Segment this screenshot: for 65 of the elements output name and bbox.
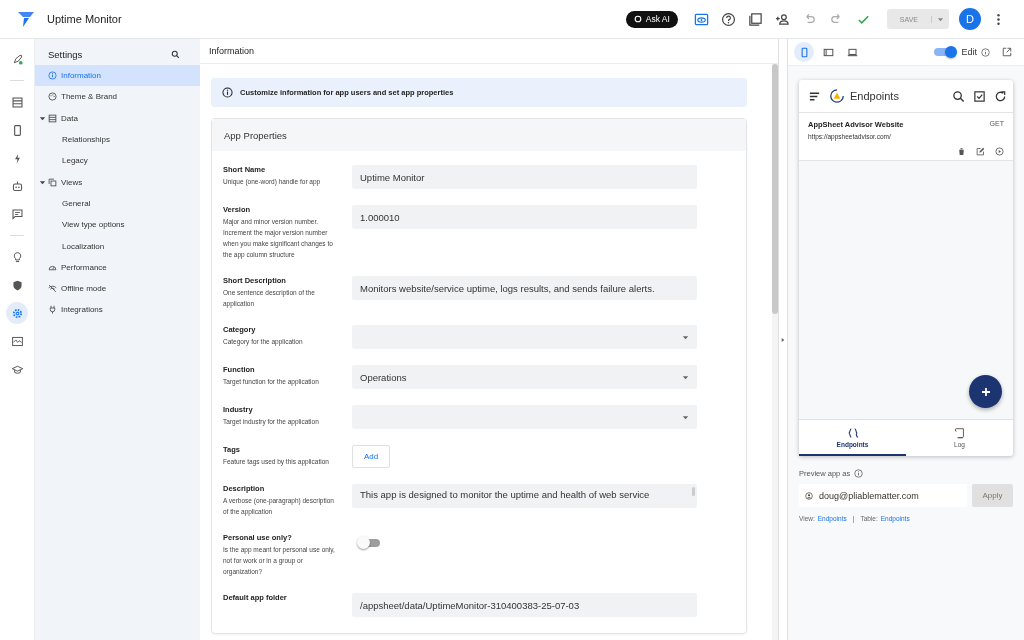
text-field[interactable]: 1.000010 — [352, 205, 697, 229]
app-title: Uptime Monitor — [47, 13, 122, 25]
gear-icon[interactable] — [6, 302, 28, 324]
warning-logo-icon — [829, 88, 845, 104]
text-field[interactable]: Uptime Monitor — [352, 165, 697, 189]
card-title: App Properties — [224, 129, 287, 141]
copy-icon — [48, 177, 57, 187]
add-person-icon[interactable] — [774, 11, 790, 27]
sidebar-item[interactable]: Views — [35, 171, 200, 193]
search-icon[interactable] — [952, 89, 965, 103]
page-title: Information — [209, 46, 255, 56]
caret-icon[interactable] — [39, 178, 48, 186]
logo-icon — [16, 9, 36, 29]
sidebar-item[interactable]: Data — [35, 107, 200, 129]
info-icon[interactable] — [854, 469, 864, 478]
sidebar-item[interactable]: Integrations — [35, 299, 200, 321]
table-icon — [48, 113, 57, 123]
sidebar-item[interactable]: Offline mode — [35, 277, 200, 300]
help-icon[interactable] — [720, 11, 736, 27]
info-icon — [222, 87, 233, 98]
dropdown[interactable]: Operations — [352, 365, 697, 389]
library-icon[interactable] — [747, 11, 763, 27]
search-icon[interactable] — [171, 49, 180, 59]
sidebar-item[interactable]: Theme & Brand — [35, 86, 200, 108]
edit-label: Edit — [961, 47, 977, 57]
wifi-off-icon — [48, 284, 57, 294]
edit-toggle[interactable] — [933, 46, 958, 58]
checkbox-icon[interactable] — [973, 89, 986, 103]
add-button[interactable]: Add — [352, 445, 390, 468]
phone-icon[interactable] — [794, 42, 814, 62]
avatar[interactable]: D — [959, 8, 981, 30]
info-icon — [48, 71, 57, 81]
open-external-icon[interactable] — [1002, 47, 1012, 57]
scrollbar[interactable] — [772, 64, 778, 314]
app-view-title: Endpoints — [850, 90, 899, 102]
add-fab[interactable] — [969, 375, 1002, 408]
info-icon[interactable] — [981, 47, 990, 57]
caret-icon — [682, 333, 689, 341]
braces-icon — [846, 426, 859, 439]
refresh-icon[interactable] — [994, 89, 1007, 103]
sidebar-item[interactable]: View type options — [35, 214, 200, 236]
person-icon — [805, 491, 813, 500]
email-field[interactable]: doug@pliablematter.com — [799, 484, 967, 507]
delete-icon[interactable] — [957, 147, 966, 156]
description-field[interactable]: This app is designed to monitor the uptime and health of web service — [352, 484, 697, 508]
sidebar-item[interactable]: Legacy — [35, 150, 200, 172]
text-field[interactable]: /appsheet/data/UptimeMonitor-310400383-25-07-03 — [352, 593, 697, 617]
sidebar-item[interactable]: Relationships — [35, 128, 200, 151]
caret-icon — [682, 413, 689, 421]
caret-icon — [682, 373, 689, 381]
edit-icon[interactable] — [976, 147, 985, 156]
sidebar-item[interactable]: General — [35, 192, 200, 215]
text-field[interactable]: Monitors website/service uptime, logs results, and sends failure alerts. — [352, 276, 697, 300]
palette-icon — [48, 92, 57, 102]
sidebar-item[interactable]: Performance — [35, 256, 200, 278]
sidebar-item[interactable]: Information — [35, 65, 200, 87]
preview-icon[interactable] — [693, 11, 709, 27]
plus-icon — [979, 385, 992, 398]
ask-ai-button[interactable]: Ask AI — [625, 10, 678, 28]
expand-icon[interactable] — [781, 336, 785, 343]
plug-icon — [48, 305, 57, 315]
sidebar-item[interactable]: Localization — [35, 235, 200, 257]
play-icon[interactable] — [995, 147, 1004, 156]
settings-title: Settings — [48, 48, 83, 60]
caret-icon[interactable] — [39, 114, 48, 122]
